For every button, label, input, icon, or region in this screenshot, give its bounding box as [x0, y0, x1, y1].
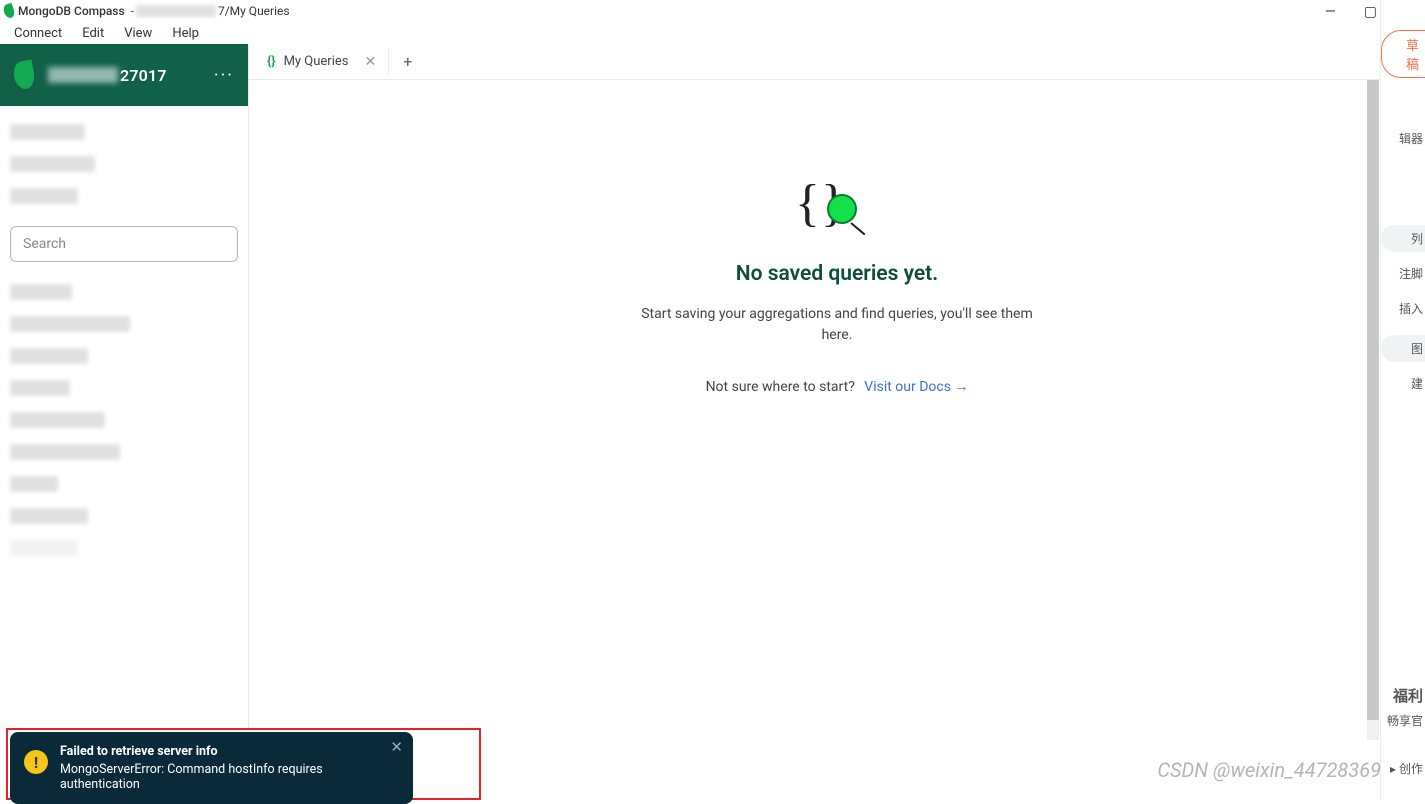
app-name: MongoDB Compass — [18, 4, 125, 18]
rp-text: 插入 — [1399, 300, 1423, 317]
sidebar-body: Search — [0, 106, 248, 574]
scrollbar-thumb[interactable] — [1367, 80, 1379, 720]
toast-message: MongoServerError: Command hostInfo requi… — [60, 762, 399, 792]
minimize-button[interactable]: — — [1325, 4, 1336, 20]
title-path-blurred — [136, 5, 216, 17]
sidebar-item-blurred — [10, 508, 88, 524]
empty-help: Not sure where to start? Visit our Docs … — [706, 378, 969, 395]
sidebar-item-blurred — [10, 444, 120, 460]
sidebar-item-blurred — [10, 188, 78, 204]
tab-my-queries[interactable]: {} My Queries ✕ — [255, 48, 389, 76]
sidebar-item-blurred — [10, 476, 58, 492]
sidebar-item-blurred — [10, 380, 70, 396]
toast-title: Failed to retrieve server info — [60, 744, 399, 759]
sidebar-header: 27017 ··· — [0, 44, 248, 106]
content-area: {} My Queries ✕ + { } No saved queries y… — [249, 44, 1425, 800]
rp-text: 注脚 — [1399, 265, 1423, 282]
title-path-suffix: 7/My Queries — [218, 4, 290, 18]
maximize-button[interactable]: ▢ — [1364, 4, 1377, 20]
right-side-panel: 草稿 辑器 列 注脚 插入 图 建 福利 畅享官 ▸ 创作 — [1380, 0, 1425, 800]
error-toast: ! Failed to retrieve server info MongoSe… — [10, 732, 413, 804]
rp-text: ▸ 创作 — [1390, 760, 1423, 777]
rp-tag[interactable]: 图 — [1381, 335, 1425, 362]
empty-queries-icon: { } — [801, 180, 873, 240]
rp-text: 建 — [1411, 375, 1423, 392]
connection-label: 27017 — [48, 66, 214, 85]
titlebar: MongoDB Compass - 7/My Queries — ▢ — [0, 0, 1425, 22]
tab-bar: {} My Queries ✕ + — [249, 44, 1425, 80]
menu-view[interactable]: View — [114, 24, 162, 43]
sidebar-item-blurred — [10, 316, 130, 332]
connection-host-blurred — [48, 67, 118, 83]
add-tab-button[interactable]: + — [389, 46, 426, 77]
search-input[interactable]: Search — [10, 226, 238, 262]
draft-pill[interactable]: 草稿 — [1381, 30, 1425, 78]
mongodb-leaf-icon — [2, 3, 16, 20]
rp-text: 福利 — [1393, 685, 1423, 706]
menubar: Connect Edit View Help — [0, 22, 1425, 44]
sidebar-item-blurred — [10, 124, 85, 140]
close-toast-icon[interactable]: ✕ — [390, 738, 403, 756]
connection-port: 27017 — [120, 66, 167, 85]
mongodb-leaf-icon — [12, 59, 37, 90]
empty-state: { } No saved queries yet. Start saving y… — [249, 80, 1425, 800]
window-controls: — ▢ — [1317, 0, 1385, 24]
empty-subtitle: Start saving your aggregations and find … — [637, 304, 1037, 346]
sidebar-item-blurred — [10, 284, 72, 300]
empty-help-text: Not sure where to start? — [706, 379, 855, 395]
sidebar: 27017 ··· Search — [0, 44, 249, 800]
sidebar-item-blurred — [10, 348, 88, 364]
visit-docs-link[interactable]: Visit our Docs → — [864, 379, 968, 395]
scrollbar[interactable] — [1367, 80, 1379, 740]
sidebar-item-blurred — [10, 156, 95, 172]
menu-edit[interactable]: Edit — [72, 24, 114, 43]
menu-help[interactable]: Help — [162, 24, 209, 43]
sidebar-item-blurred — [10, 412, 105, 428]
rp-tag[interactable]: 列 — [1381, 225, 1425, 252]
rp-text: 畅享官 — [1387, 712, 1423, 729]
connection-menu-button[interactable]: ··· — [214, 65, 234, 86]
watermark: CSDN @weixin_44728369 — [1157, 758, 1381, 782]
empty-title: No saved queries yet. — [736, 262, 938, 286]
main-area: 27017 ··· Search {} My Queries ✕ — [0, 44, 1425, 800]
rp-text: 辑器 — [1399, 130, 1423, 147]
toast-highlight-box: ! Failed to retrieve server info MongoSe… — [6, 728, 481, 800]
warning-icon: ! — [24, 750, 48, 774]
sidebar-item-blurred — [10, 540, 78, 556]
braces-icon: {} — [267, 54, 276, 69]
menu-connect[interactable]: Connect — [4, 24, 72, 43]
tab-label: My Queries — [284, 54, 349, 69]
close-tab-icon[interactable]: ✕ — [364, 54, 376, 70]
